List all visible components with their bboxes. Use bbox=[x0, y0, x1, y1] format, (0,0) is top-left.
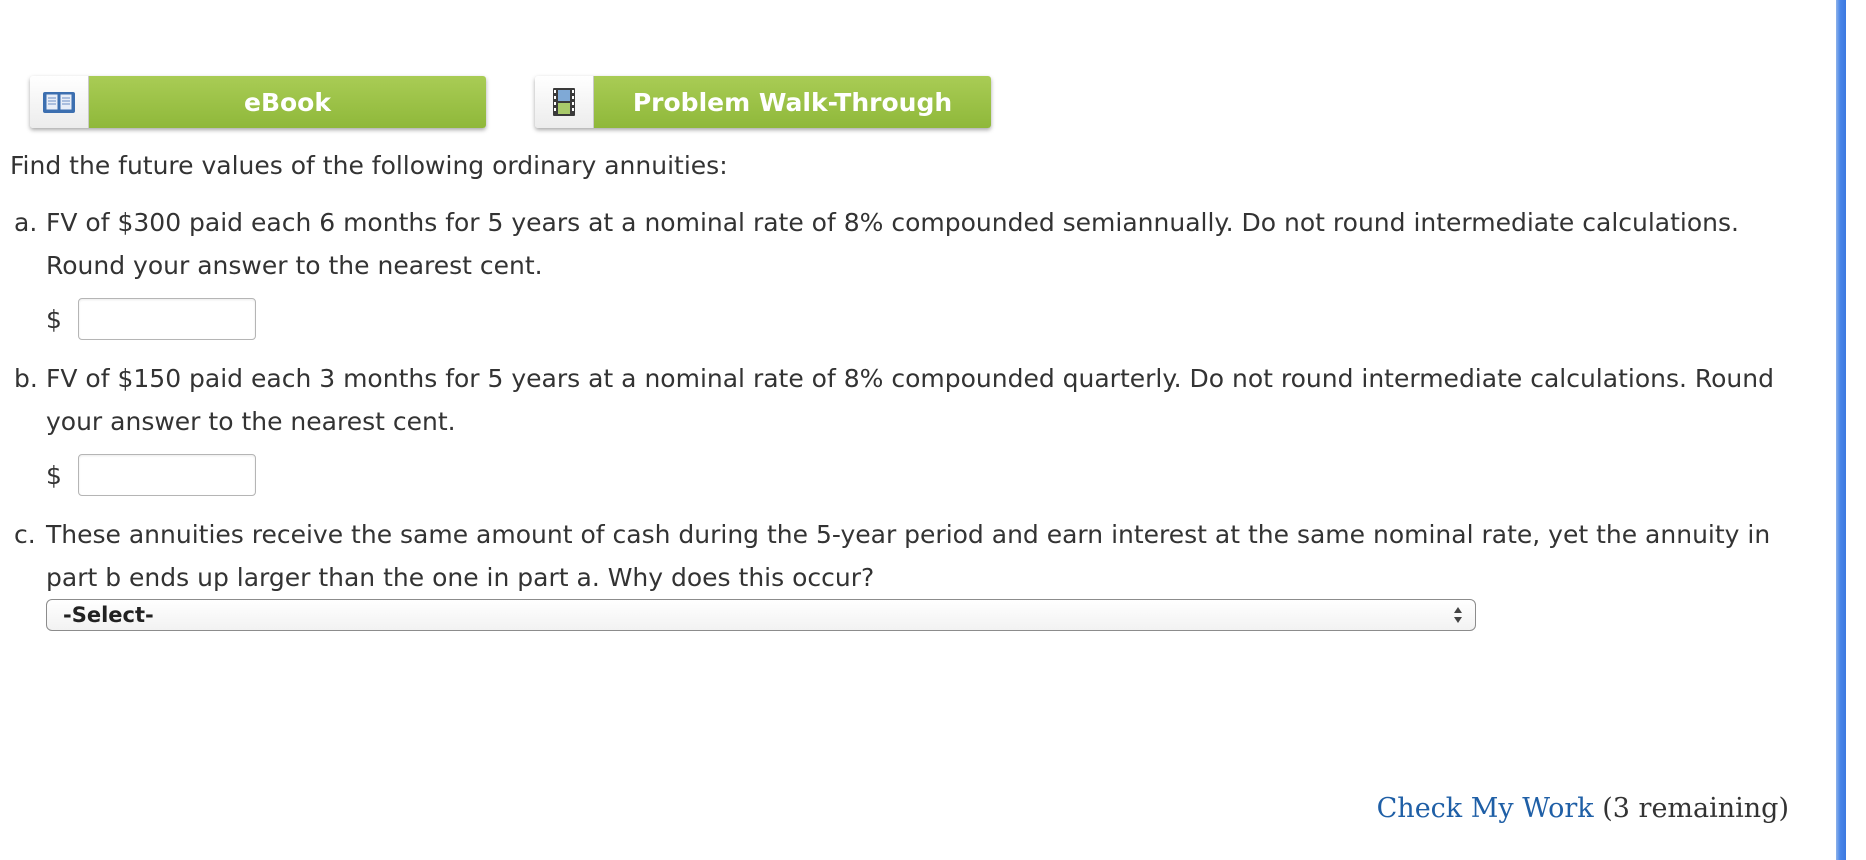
answer-b-row: $ bbox=[46, 454, 256, 496]
page-scrollbar-edge bbox=[1836, 0, 1846, 860]
answer-c-select[interactable]: -Select- bbox=[46, 599, 1476, 631]
question-b-letter: b. bbox=[14, 364, 38, 393]
question-a: a. FV of $300 paid each 6 months for 5 y… bbox=[14, 201, 1824, 287]
problem-walkthrough-button[interactable]: Problem Walk-Through bbox=[535, 76, 991, 128]
answer-b-currency: $ bbox=[46, 460, 62, 490]
ebook-button[interactable]: eBook bbox=[30, 76, 486, 128]
question-b-text: FV of $150 paid each 3 months for 5 year… bbox=[46, 364, 1774, 436]
attempts-remaining: (3 remaining) bbox=[1602, 793, 1789, 824]
answer-a-currency: $ bbox=[46, 304, 62, 334]
answer-a-row: $ bbox=[46, 298, 256, 340]
answer-b-input[interactable] bbox=[78, 454, 256, 496]
book-icon bbox=[30, 76, 89, 128]
question-b: b. FV of $150 paid each 3 months for 5 y… bbox=[14, 357, 1824, 443]
check-my-work-link[interactable]: Check My Work bbox=[1377, 793, 1594, 824]
answer-c-select-value: -Select- bbox=[63, 603, 154, 627]
check-my-work: Check My Work (3 remaining) bbox=[1377, 793, 1789, 824]
problem-walkthrough-button-label: Problem Walk-Through bbox=[594, 76, 991, 128]
question-c-text: These annuities receive the same amount … bbox=[46, 520, 1771, 592]
ebook-button-label: eBook bbox=[89, 76, 486, 128]
film-icon bbox=[535, 76, 594, 128]
select-arrows-icon bbox=[1451, 604, 1465, 626]
problem-intro: Find the future values of the following … bbox=[10, 151, 728, 180]
question-c-letter: c. bbox=[14, 520, 36, 549]
question-c: c. These annuities receive the same amou… bbox=[14, 513, 1824, 599]
question-a-text: FV of $300 paid each 6 months for 5 year… bbox=[46, 208, 1739, 280]
question-a-letter: a. bbox=[14, 208, 38, 237]
answer-a-input[interactable] bbox=[78, 298, 256, 340]
